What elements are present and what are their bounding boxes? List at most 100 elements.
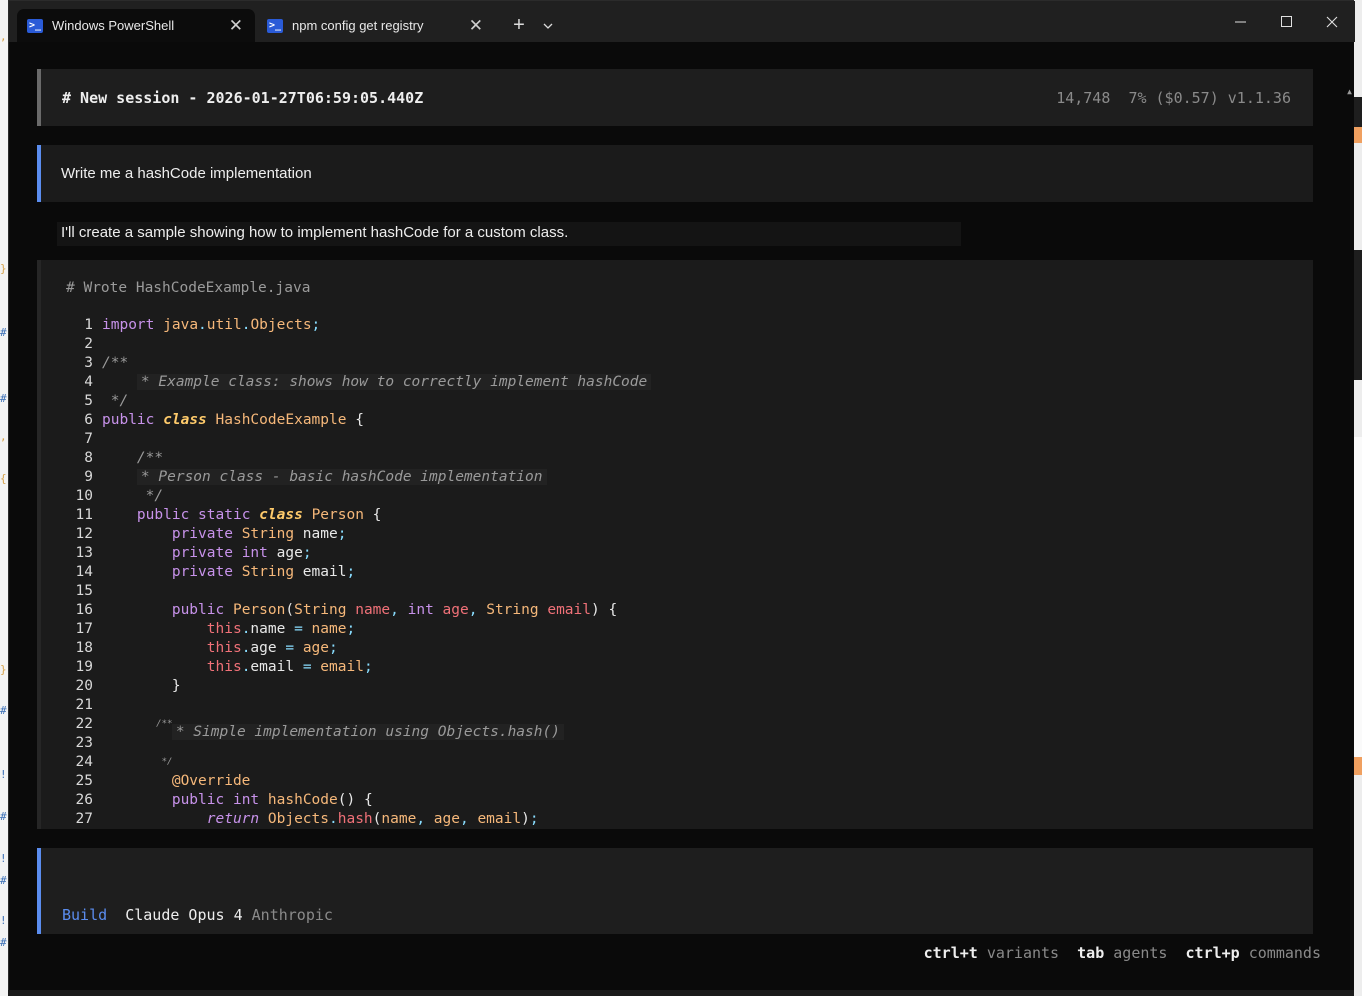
code-line: 23 * Simple implementation using Objects…	[66, 724, 651, 753]
hint-key: ctrl+p	[1185, 944, 1240, 962]
assistant-message: I'll create a sample showing how to impl…	[57, 222, 961, 246]
line-number: 7	[84, 431, 93, 447]
tab-npm-config-get-registry[interactable]: >_ npm config get registry ✕	[257, 9, 495, 42]
scrollbar[interactable]: ▲ ▼	[1342, 83, 1354, 996]
minimize-icon	[1234, 21, 1246, 22]
code-line: 1 import java.util.Objects;	[66, 316, 651, 335]
line-number: 12	[75, 526, 93, 542]
line-number: 5	[84, 393, 93, 409]
maximize-button[interactable]	[1263, 1, 1309, 42]
code-line: 21	[66, 696, 651, 715]
code-line: 7	[66, 430, 651, 449]
background-window-left: , } # # , { } # ! # ! # ! #	[0, 0, 8, 996]
title-bar: >_ Windows PowerShell ✕ >_ npm config ge…	[9, 1, 1355, 42]
line-number: 18	[75, 640, 93, 656]
code-line: 26 public int hashCode() {	[66, 791, 651, 810]
tab-label: npm config get registry	[292, 18, 424, 33]
code-line: 27 return Objects.hash(name, age, email)…	[66, 810, 651, 829]
line-number: 20	[75, 678, 93, 694]
agent-mode[interactable]: Build	[62, 906, 107, 924]
close-window-button[interactable]	[1309, 1, 1355, 42]
line-number: 1	[84, 317, 93, 333]
model-name: Claude Opus 4	[125, 906, 243, 924]
code-line: 15	[66, 582, 651, 601]
code-line: 6 public class HashCodeExample {	[66, 411, 651, 430]
line-number: 25	[75, 773, 93, 789]
code-line: 19 this.email = email;	[66, 658, 651, 677]
code-line: 18 this.age = age;	[66, 639, 651, 658]
line-number: 26	[75, 792, 93, 808]
line-number: 9	[84, 469, 93, 485]
hint-key: ctrl+t	[923, 944, 978, 962]
agent-model-row: Build Claude Opus 4 Anthropic	[62, 906, 333, 924]
line-number: 14	[75, 564, 93, 580]
plus-icon: +	[513, 14, 525, 36]
provider-name: Anthropic	[251, 906, 333, 924]
line-number: 2	[84, 336, 93, 352]
terminal-content: # New session - 2026-01-27T06:59:05.440Z…	[9, 42, 1354, 990]
token-count: 14,748	[1056, 89, 1111, 107]
hint-label: commands	[1248, 944, 1321, 962]
maximize-icon	[1280, 16, 1292, 27]
line-number: 6	[84, 412, 93, 428]
close-icon[interactable]: ✕	[469, 17, 483, 34]
line-number: 3	[84, 355, 93, 371]
code-line: 10 */	[66, 487, 651, 506]
line-number: 4	[84, 374, 93, 390]
keyboard-hints: ctrl+t variants tab agents ctrl+p comman…	[924, 944, 1321, 962]
code-line: 9 * Person class - basic hashCode implem…	[66, 468, 651, 487]
code-line: 3/**	[66, 354, 651, 373]
code-line: 2	[66, 335, 651, 354]
code-block-title: # Wrote HashCodeExample.java	[66, 280, 311, 296]
tab-dropdown-button[interactable]	[537, 9, 559, 42]
code-line: 14 private String email;	[66, 563, 651, 582]
new-tab-button[interactable]: +	[505, 9, 533, 42]
minimize-button[interactable]	[1217, 1, 1263, 42]
hint-label: agents	[1113, 944, 1168, 962]
line-number: 24	[75, 754, 93, 770]
scroll-up-icon[interactable]: ▲	[1347, 87, 1352, 96]
code-line: 5 */	[66, 392, 651, 411]
line-number: 27	[75, 811, 93, 827]
tab-windows-powershell[interactable]: >_ Windows PowerShell ✕	[17, 9, 255, 42]
code-line: 20 }	[66, 677, 651, 696]
code-block[interactable]: # Wrote HashCodeExample.java 1 import jav…	[37, 260, 1313, 829]
code-line: 16 public Person(String name, int age, S…	[66, 601, 651, 620]
prompt-input[interactable]: Build Claude Opus 4 Anthropic	[37, 848, 1313, 934]
line-number: 23	[75, 735, 93, 751]
user-message-text: Write me a hashCode implementation	[61, 165, 312, 182]
line-number: 15	[75, 583, 93, 599]
code-line: 17 this.name = name;	[66, 620, 651, 639]
code-line: 12 private String name;	[66, 525, 651, 544]
code-lines: 1 import java.util.Objects; 2 3/** 4 * Ex…	[66, 316, 652, 829]
powershell-icon: >_	[267, 18, 283, 33]
code-line: 4 * Example class: shows how to correctl…	[66, 373, 652, 392]
powershell-icon: >_	[27, 18, 43, 33]
line-number: 19	[75, 659, 93, 675]
close-icon[interactable]: ✕	[229, 17, 243, 34]
version-label: v1.1.36	[1227, 89, 1291, 107]
line-number: 22	[75, 716, 93, 732]
chevron-down-icon	[543, 23, 553, 29]
user-message: Write me a hashCode implementation	[37, 145, 1313, 202]
terminal-window: >_ Windows PowerShell ✕ >_ npm config ge…	[8, 0, 1355, 990]
session-stats: 14,748 7% ($0.57) v1.1.36	[1056, 89, 1291, 107]
line-number: 17	[75, 621, 93, 637]
code-line: 8 /**	[66, 449, 651, 468]
line-number: 11	[75, 507, 93, 523]
code-line: 11 public static class Person {	[66, 506, 651, 525]
background-window-right	[1354, 0, 1362, 996]
usage-cost: 7% ($0.57)	[1128, 89, 1219, 107]
tab-label: Windows PowerShell	[52, 18, 175, 33]
line-number: 21	[75, 697, 93, 713]
code-line: 24 */	[66, 753, 651, 772]
code-line: 25 @Override	[66, 772, 651, 791]
line-number: 8	[84, 450, 93, 466]
code-line: 13 private int age;	[66, 544, 651, 563]
session-title: # New session - 2026-01-27T06:59:05.440Z	[62, 89, 424, 107]
session-header: # New session - 2026-01-27T06:59:05.440Z…	[37, 69, 1313, 126]
line-number: 13	[75, 545, 93, 561]
hint-key: tab	[1077, 944, 1105, 962]
line-number: 10	[75, 488, 93, 504]
close-icon	[1326, 16, 1338, 27]
